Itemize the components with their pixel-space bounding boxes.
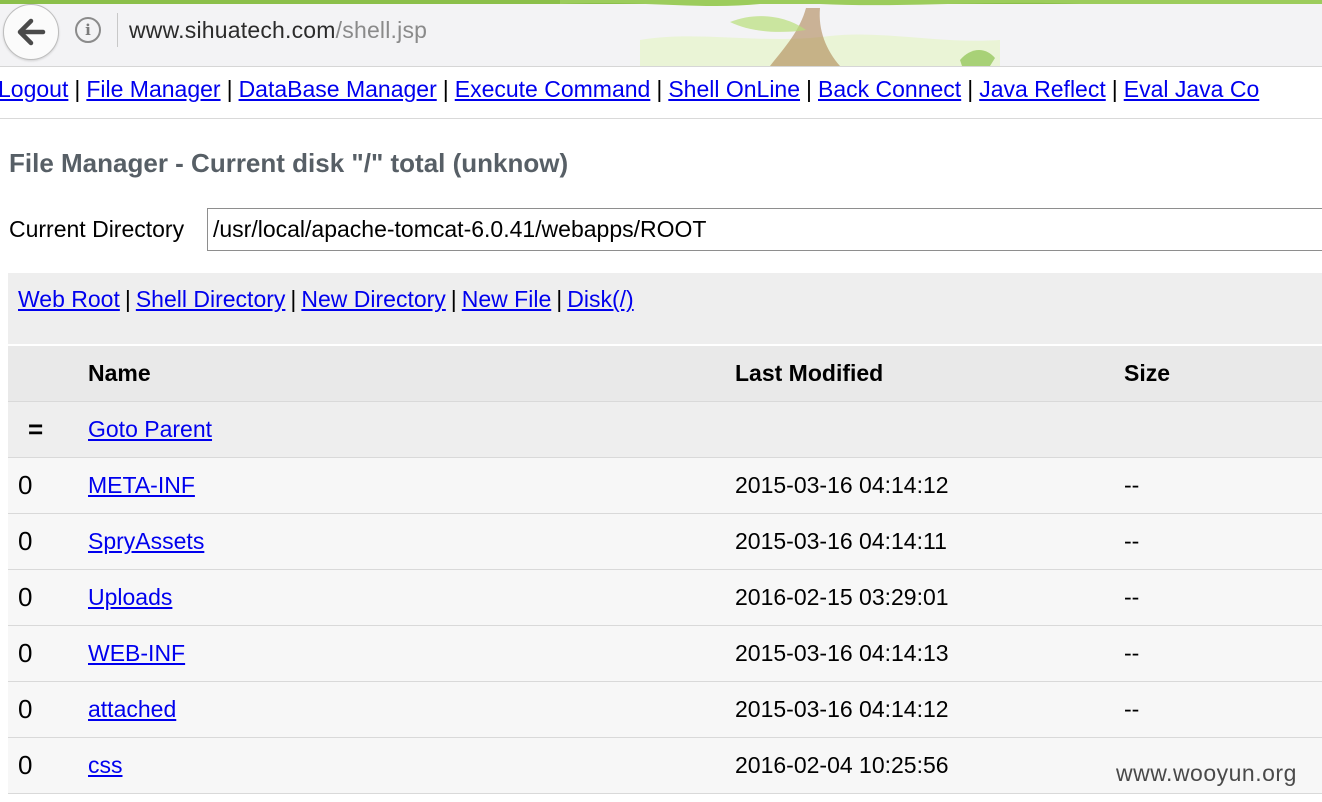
quick-links-panel: Web Root | Shell Directory | New Directory | N… [8, 273, 1322, 344]
file-name-link[interactable]: css [88, 752, 123, 778]
row-mark: 0 [18, 526, 33, 556]
header-last-modified[interactable]: Last Modified [735, 346, 1124, 402]
size-cell: -- [1124, 640, 1140, 666]
nav-separator: | [1111, 76, 1118, 102]
row-mark: 0 [18, 470, 33, 500]
last-modified-cell: 2015-03-16 04:14:13 [735, 640, 949, 666]
link-new-directory[interactable]: New Directory [301, 286, 445, 312]
nav-separator: | [656, 76, 663, 102]
address-bar-divider [117, 13, 118, 47]
size-cell: -- [1124, 584, 1140, 610]
last-modified-cell: 2015-03-16 04:14:12 [735, 472, 949, 498]
table-row: 0 WEB-INF 2015-03-16 04:14:13 -- [8, 625, 1322, 682]
shell-nav: Logout | File Manager | DataBase Manager | Exe… [0, 76, 1322, 103]
file-name-link[interactable]: Uploads [88, 584, 172, 610]
nav-separator: | [442, 76, 449, 102]
nav-separator: | [967, 76, 974, 102]
nav-separator: | [226, 76, 233, 102]
browser-toolbar: i www.sihuatech.com/shell.jsp [0, 0, 1322, 67]
link-new-file[interactable]: New File [462, 286, 551, 312]
nav-separator: | [806, 76, 812, 102]
table-row: 0 attached 2015-03-16 04:14:12 -- [8, 681, 1322, 738]
parent-mark: = [28, 414, 44, 444]
goto-parent-row: = Goto Parent [8, 401, 1322, 458]
link-separator: | [290, 286, 297, 312]
last-modified-cell: 2015-03-16 04:14:12 [735, 696, 949, 722]
last-modified-cell: 2016-02-04 10:25:56 [735, 752, 949, 778]
table-row: 0 SpryAssets 2015-03-16 04:14:11 -- [8, 513, 1322, 570]
nav-back-connect[interactable]: Back Connect [818, 76, 961, 102]
file-name-link[interactable]: attached [88, 696, 176, 722]
header-mark-column [8, 346, 88, 402]
file-name-link[interactable]: META-INF [88, 472, 195, 498]
url-path: /shell.jsp [335, 17, 428, 43]
nav-eval-java-code[interactable]: Eval Java Co [1124, 76, 1260, 102]
nav-file-manager[interactable]: File Manager [86, 76, 220, 102]
link-separator: | [124, 286, 131, 312]
nav-separator: | [74, 76, 81, 102]
nav-database-manager[interactable]: DataBase Manager [239, 76, 437, 102]
empty-cell [1124, 402, 1322, 458]
link-separator: | [556, 286, 563, 312]
size-cell: -- [1124, 472, 1140, 498]
nav-shell-online[interactable]: Shell OnLine [668, 76, 800, 102]
link-web-root[interactable]: Web Root [18, 286, 120, 312]
link-separator: | [450, 286, 457, 312]
back-arrow-icon [17, 18, 46, 46]
row-mark: 0 [18, 750, 33, 780]
table-header-row: Name Last Modified Size [8, 346, 1322, 402]
row-mark: 0 [18, 694, 33, 724]
header-size[interactable]: Size [1124, 346, 1322, 402]
nav-divider [0, 118, 1322, 119]
quick-links: Web Root | Shell Directory | New Directory | N… [18, 286, 634, 313]
url-text[interactable]: www.sihuatech.com/shell.jsp [129, 17, 427, 44]
nav-logout[interactable]: Logout [0, 76, 68, 102]
url-host: www.sihuatech.com [129, 17, 336, 43]
back-button[interactable] [3, 4, 59, 60]
empty-cell [735, 402, 1124, 458]
row-mark: 0 [18, 582, 33, 612]
page-title: File Manager - Current disk "/" total (u… [9, 148, 569, 178]
current-directory-input[interactable] [207, 208, 1322, 251]
size-cell: -- [1124, 528, 1140, 554]
file-name-link[interactable]: SpryAssets [88, 528, 204, 554]
nav-java-reflect[interactable]: Java Reflect [979, 76, 1106, 102]
last-modified-cell: 2016-02-15 03:29:01 [735, 584, 949, 610]
size-cell: -- [1124, 696, 1140, 722]
file-name-link[interactable]: WEB-INF [88, 640, 185, 666]
link-disk-root[interactable]: Disk(/) [567, 286, 633, 312]
file-table: Name Last Modified Size = Goto Parent 0 … [8, 346, 1322, 794]
current-directory-label: Current Directory [9, 216, 185, 242]
header-name[interactable]: Name [88, 346, 735, 402]
goto-parent-link[interactable]: Goto Parent [88, 416, 212, 442]
last-modified-cell: 2015-03-16 04:14:11 [735, 528, 947, 554]
info-icon[interactable]: i [75, 17, 101, 43]
link-shell-directory[interactable]: Shell Directory [136, 286, 286, 312]
address-bar[interactable]: i www.sihuatech.com/shell.jsp [63, 9, 1322, 53]
table-row: 0 Uploads 2016-02-15 03:29:01 -- [8, 569, 1322, 626]
row-mark: 0 [18, 638, 33, 668]
table-row: 0 META-INF 2015-03-16 04:14:12 -- [8, 457, 1322, 514]
nav-execute-command[interactable]: Execute Command [455, 76, 651, 102]
watermark: www.wooyun.org [1116, 760, 1297, 786]
